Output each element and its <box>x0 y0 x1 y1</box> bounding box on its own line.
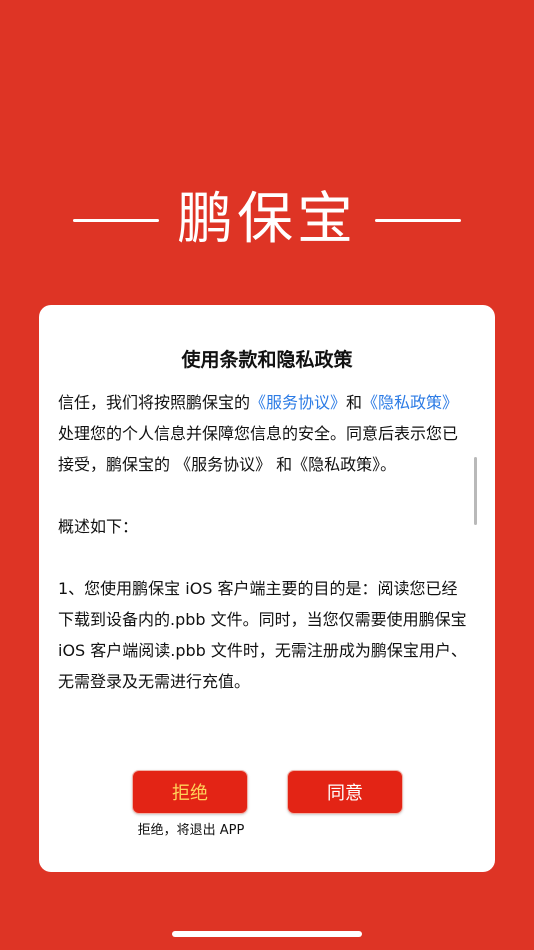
brand-left-line <box>73 218 159 222</box>
brand-header: 鹏保宝 <box>0 180 534 260</box>
summary-heading: 概述如下： <box>58 517 139 536</box>
reject-button[interactable]: 拒绝 <box>133 771 247 813</box>
terms-text: 信任，我们将按照鹏保宝的 <box>58 393 251 412</box>
brand-title: 鹏保宝 <box>177 187 357 252</box>
terms-dialog: 使用条款和隐私政策 信任，我们将按照鹏保宝的《服务协议》和《隐私政策》处理您的个… <box>39 305 495 872</box>
agree-button[interactable]: 同意 <box>288 771 402 813</box>
home-indicator[interactable] <box>172 931 362 937</box>
privacy-policy-link[interactable]: 《隐私政策》 <box>362 393 458 412</box>
content-scrollbar[interactable] <box>474 457 477 525</box>
brand-right-line <box>375 218 461 222</box>
dialog-title: 使用条款和隐私政策 <box>181 349 353 371</box>
terms-content[interactable]: 信任，我们将按照鹏保宝的《服务协议》和《隐私政策》处理您的个人信息并保障您信息的… <box>58 387 468 747</box>
app-screen: 鹏保宝 使用条款和隐私政策 信任，我们将按照鹏保宝的《服务协议》和《隐私政策》处… <box>0 0 534 950</box>
terms-text: 处理您的个人信息并保障您信息的安全。同意后表示您已接受，鹏保宝的 《服务协议》 … <box>58 424 459 474</box>
terms-item: 1、您使用鹏保宝 iOS 客户端主要的目的是：阅读您已经下载到设备内的.pbb … <box>58 579 467 691</box>
terms-paragraph: 信任，我们将按照鹏保宝的《服务协议》和《隐私政策》处理您的个人信息并保障您信息的… <box>58 387 468 480</box>
terms-text: 和 <box>346 393 363 412</box>
service-agreement-link[interactable]: 《服务协议》 <box>250 393 346 412</box>
reject-note: 拒绝，将退出 APP <box>137 823 245 838</box>
